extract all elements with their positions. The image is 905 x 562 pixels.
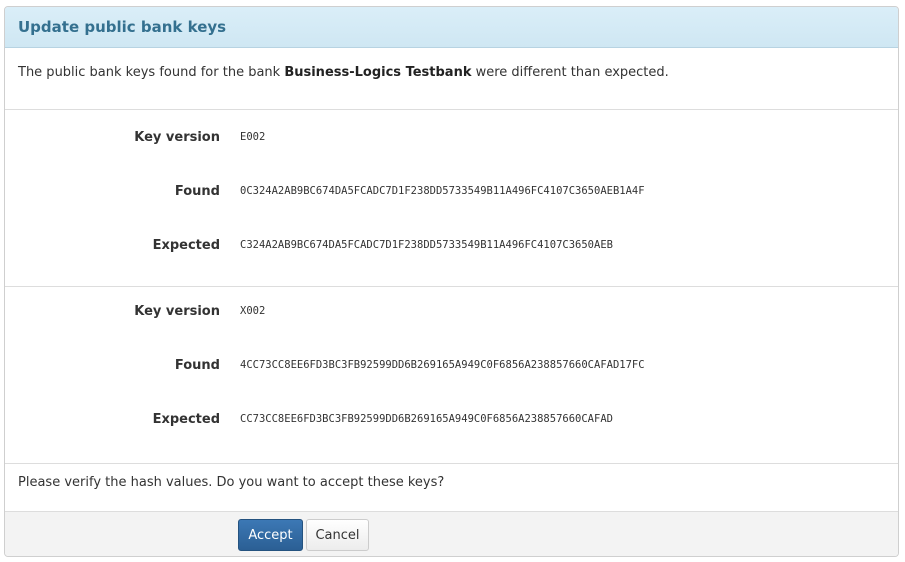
cancel-button[interactable]: Cancel: [306, 519, 369, 551]
dialog-footer: Accept Cancel: [5, 512, 898, 556]
accept-button[interactable]: Accept: [238, 519, 303, 551]
dialog-title: Update public bank keys: [18, 18, 227, 36]
expected-row: Expected CC73CC8EE6FD3BC3FB92599DD6B2691…: [5, 409, 898, 429]
key-version-value: E002: [240, 131, 266, 143]
expected-label: Expected: [152, 237, 220, 253]
key-version-row: Key version X002: [5, 301, 898, 321]
found-hash: 4CC73CC8EE6FD3BC3FB92599DD6B269165A949C0…: [240, 359, 645, 371]
key-version-label: Key version: [134, 303, 220, 319]
expected-row: Expected C324A2AB9BC674DA5FCADC7D1F238DD…: [5, 235, 898, 255]
bank-name: Business-Logics Testbank: [284, 65, 472, 80]
found-row: Found 4CC73CC8EE6FD3BC3FB92599DD6B269165…: [5, 355, 898, 375]
key-version-value: X002: [240, 305, 266, 317]
key-version-row: Key version E002: [5, 127, 898, 147]
found-row: Found 0C324A2AB9BC674DA5FCADC7D1F238DD57…: [5, 181, 898, 201]
confirmation-question: Please verify the hash values. Do you wa…: [5, 464, 898, 512]
found-label: Found: [174, 357, 220, 373]
intro-text: The public bank keys found for the bank …: [5, 48, 898, 110]
found-label: Found: [174, 183, 220, 199]
dialog-header: Update public bank keys: [5, 7, 898, 48]
key-version-label: Key version: [134, 129, 220, 145]
expected-label: Expected: [152, 411, 220, 427]
key-section-x002: Key version X002 Found 4CC73CC8EE6FD3BC3…: [5, 287, 898, 464]
expected-hash: CC73CC8EE6FD3BC3FB92599DD6B269165A949C0F…: [240, 413, 613, 425]
key-section-e002: Key version E002 Found 0C324A2AB9BC674DA…: [5, 110, 898, 287]
update-keys-dialog: Update public bank keys The public bank …: [4, 6, 899, 557]
expected-hash: C324A2AB9BC674DA5FCADC7D1F238DD5733549B1…: [240, 239, 613, 251]
intro-prefix: The public bank keys found for the bank: [18, 65, 285, 80]
found-hash: 0C324A2AB9BC674DA5FCADC7D1F238DD5733549B…: [240, 185, 645, 197]
intro-suffix: were different than expected.: [471, 65, 669, 80]
